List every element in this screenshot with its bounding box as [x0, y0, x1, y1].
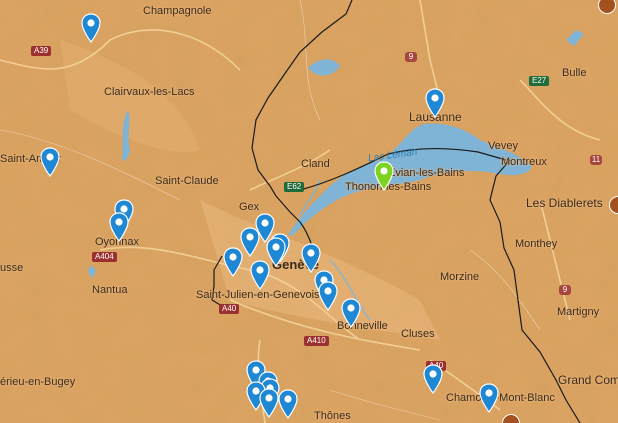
road-shield-a40-left: A40	[219, 304, 240, 314]
map-pin-icon[interactable]	[278, 389, 298, 419]
map-base-layer	[0, 0, 618, 423]
road-shield-e27: E27	[529, 76, 550, 86]
map-pin-icon[interactable]	[40, 147, 60, 177]
label-amberieu: érieu-en-Bugey	[0, 376, 76, 388]
road-shield-a39: A39	[31, 46, 52, 56]
label-chamonix: Chamonix-Mont-Blanc	[446, 392, 555, 404]
map-pin-icon[interactable]	[425, 88, 445, 118]
map-pin-icon[interactable]	[479, 383, 499, 413]
label-bulle: Bulle	[562, 67, 587, 79]
label-cland: Cland	[301, 158, 330, 170]
label-saint-claude: Saint-Claude	[155, 175, 219, 187]
map-pin-icon[interactable]	[240, 227, 260, 257]
road-shield-e62: E62	[284, 182, 305, 192]
map-pin-icon[interactable]	[81, 13, 101, 43]
label-vevey: Vevey	[488, 140, 518, 152]
map-canvas[interactable]: Champagnole Clairvaux-les-Lacs Saint-Amo…	[0, 0, 618, 423]
map-pin-icon[interactable]	[250, 260, 270, 290]
label-saint-julien: Saint-Julien-en-Genevois	[196, 289, 320, 301]
label-gex: Gex	[239, 201, 260, 213]
map-pin-icon[interactable]	[341, 298, 361, 328]
road-shield-9-right: 9	[559, 285, 571, 295]
map-pin-icon[interactable]	[109, 212, 129, 242]
label-usse: usse	[0, 262, 24, 274]
label-evian: Évian-les-Bains	[388, 167, 465, 179]
map-pin-icon[interactable]	[301, 243, 321, 273]
road-shield-a410: A410	[304, 336, 329, 346]
label-morzine: Morzine	[440, 271, 480, 283]
map-pin-icon[interactable]	[318, 281, 338, 311]
label-martigny: Martigny	[557, 306, 600, 318]
map-pin-icon[interactable]	[259, 388, 279, 418]
map-pin-icon[interactable]	[223, 247, 243, 277]
road-shield-a404: A404	[92, 252, 117, 262]
label-clairvaux: Clairvaux-les-Lacs	[104, 86, 195, 98]
road-shield-9-top: 9	[405, 52, 417, 62]
label-grand-combin: Grand Com	[558, 373, 618, 387]
label-les-diablerets: Les Diablerets	[526, 196, 603, 210]
map-pin-icon[interactable]	[423, 364, 443, 394]
label-montreux: Montreux	[501, 156, 547, 168]
label-monthey: Monthey	[515, 238, 558, 250]
map-pin-icon-selected[interactable]	[374, 161, 394, 191]
label-cluses: Cluses	[401, 328, 435, 340]
road-shield-11: 11	[590, 155, 602, 165]
label-nantua: Nantua	[92, 284, 128, 296]
label-thones: Thônes	[314, 410, 351, 422]
label-champagnole: Champagnole	[143, 5, 212, 17]
